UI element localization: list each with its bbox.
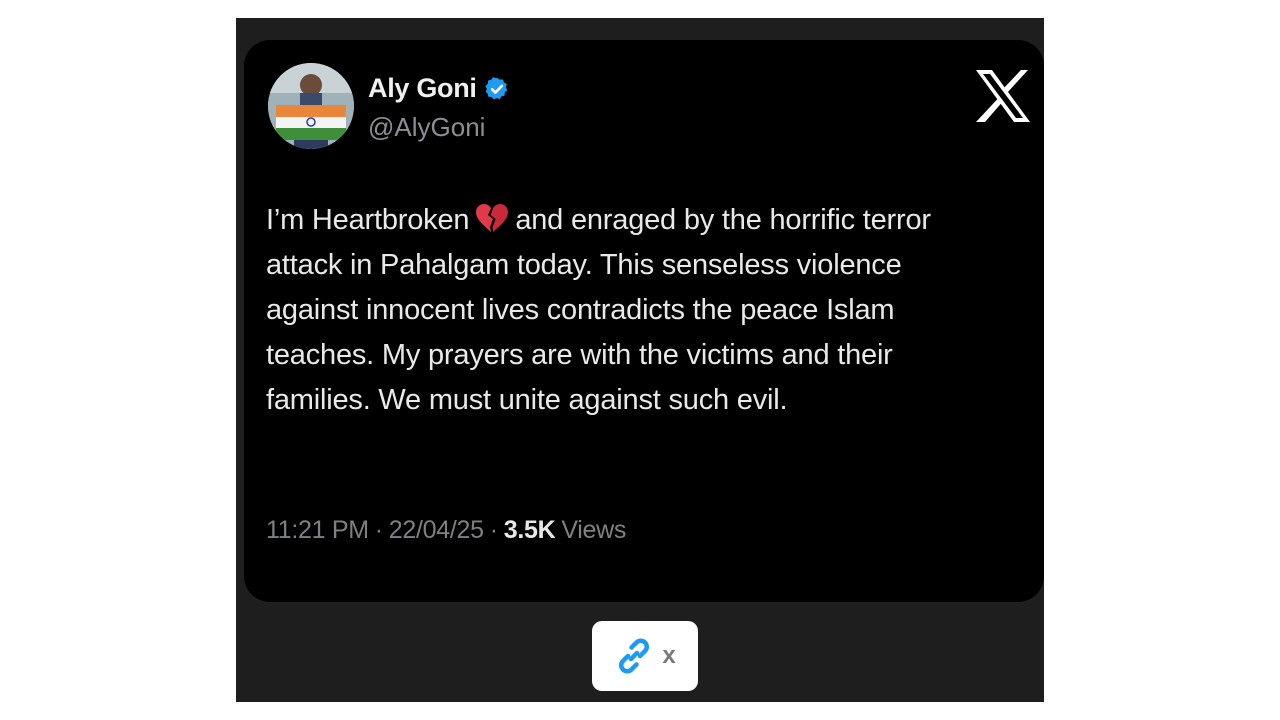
meta-separator: · — [489, 516, 498, 544]
avatar-image — [268, 63, 354, 149]
link-icon[interactable] — [614, 636, 654, 676]
tweet-meta: 11:21 PM · 22/04/25 · 3.5K Views — [266, 516, 626, 545]
views-label: Views — [561, 516, 627, 544]
tweet-time[interactable]: 11:21 PM — [266, 516, 369, 545]
author-handle[interactable]: @AlyGoni — [368, 112, 485, 143]
tweet-date[interactable]: 22/04/25 — [389, 516, 484, 545]
views-count: 3.5K — [503, 516, 556, 544]
share-link-chip[interactable]: x — [592, 621, 698, 691]
close-icon[interactable]: x — [662, 642, 675, 670]
x-logo-icon — [976, 70, 1030, 122]
tweet-card: Aly Goni @AlyGoni I’m Heartbroken and en… — [244, 40, 1044, 602]
tweet-text: I’m Heartbroken and enraged by the horri… — [266, 198, 986, 423]
author-name[interactable]: Aly Goni — [368, 73, 477, 104]
meta-separator: · — [374, 516, 383, 544]
broken-heart-icon — [476, 204, 509, 232]
avatar[interactable] — [268, 63, 354, 149]
tweet-text-part1: I’m Heartbroken — [266, 204, 470, 236]
verified-badge-icon — [485, 76, 507, 100]
screenshot-frame: Aly Goni @AlyGoni I’m Heartbroken and en… — [236, 18, 1044, 702]
author-name-row: Aly Goni — [368, 73, 510, 104]
